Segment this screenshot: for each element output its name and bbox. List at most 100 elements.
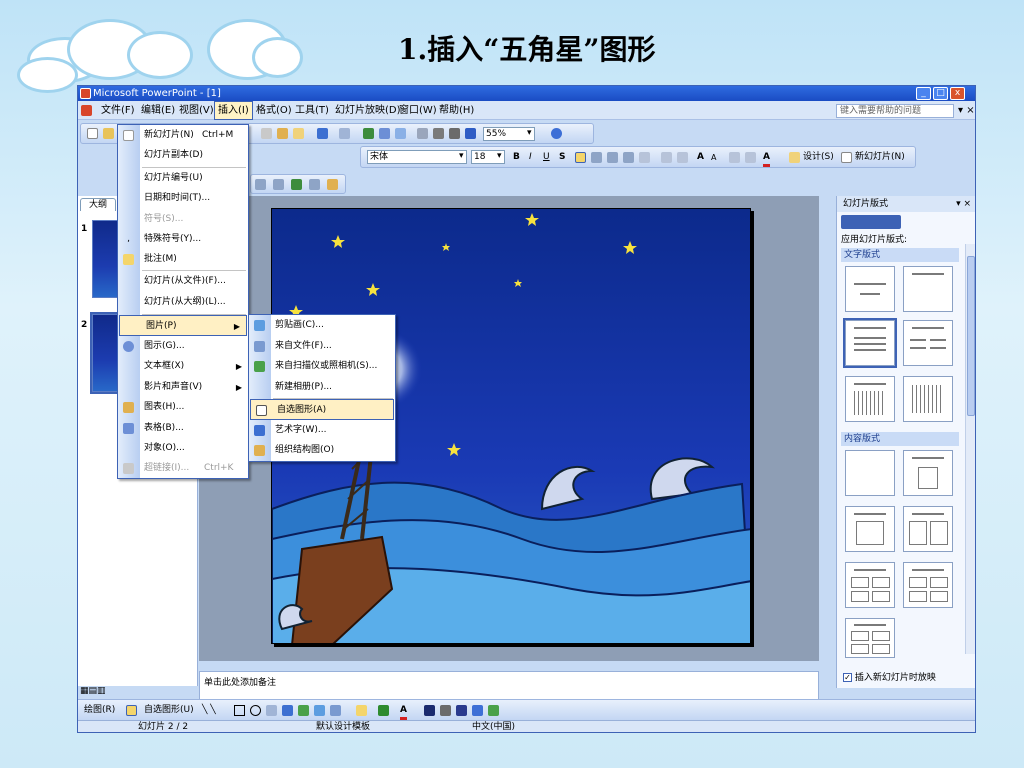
font-select[interactable]: 宋体 bbox=[367, 150, 467, 164]
maximize-button[interactable]: □ bbox=[933, 87, 948, 100]
design-button[interactable]: 设计(S) bbox=[803, 150, 834, 164]
checkbox-check-icon[interactable]: ✓ bbox=[843, 673, 852, 682]
open-icon[interactable] bbox=[103, 128, 114, 139]
picture-icon[interactable] bbox=[330, 705, 341, 716]
minimize-button[interactable]: _ bbox=[916, 87, 931, 100]
clipart-icon[interactable] bbox=[314, 705, 325, 716]
menu-slides-from-file[interactable]: 幻灯片(从文件)(F)... bbox=[118, 271, 248, 292]
font-color-icon[interactable]: A bbox=[763, 150, 770, 167]
layout-blank[interactable] bbox=[845, 450, 895, 496]
font-dropdown-icon[interactable]: ▾ bbox=[459, 151, 464, 161]
underline-icon[interactable]: U bbox=[543, 150, 550, 164]
select-objects-icon[interactable] bbox=[126, 705, 137, 716]
3d-style-icon[interactable] bbox=[488, 705, 499, 716]
menu-slides-from-outline[interactable]: 幻灯片(从大纲)(L)... bbox=[118, 292, 248, 313]
layout-two-columns[interactable] bbox=[903, 320, 953, 366]
font-size-dropdown-icon[interactable]: ▾ bbox=[497, 151, 502, 161]
bullets-icon[interactable] bbox=[677, 152, 688, 163]
bold-icon[interactable]: B bbox=[513, 150, 520, 164]
menu-insert[interactable]: 插入(I) bbox=[214, 101, 253, 120]
menu-chart[interactable]: 图表(H)... bbox=[118, 397, 248, 418]
layout-four-content-alt[interactable] bbox=[903, 562, 953, 608]
shadow-style-icon[interactable] bbox=[472, 705, 483, 716]
layout-six-content[interactable] bbox=[845, 618, 895, 658]
task-pane-nav[interactable] bbox=[841, 215, 901, 229]
redo-icon[interactable] bbox=[339, 128, 350, 139]
tool-icon-1[interactable] bbox=[255, 179, 266, 190]
increase-indent-icon[interactable] bbox=[745, 152, 756, 163]
help-icon[interactable] bbox=[551, 128, 562, 139]
font-color-draw-icon[interactable]: A bbox=[400, 703, 407, 720]
menu-picture[interactable]: 图片(P) ▶ bbox=[119, 315, 247, 336]
expand-all-icon[interactable] bbox=[417, 128, 428, 139]
notes-pane[interactable]: 单击此处添加备注 bbox=[199, 671, 819, 701]
close-button[interactable]: x bbox=[950, 87, 965, 100]
show-grid-icon[interactable] bbox=[449, 128, 460, 139]
menu-help[interactable]: 帮助(H) bbox=[436, 101, 477, 120]
layout-two-content[interactable] bbox=[903, 506, 953, 552]
line-icon[interactable]: ╲ ╲ bbox=[202, 703, 216, 717]
menu-window[interactable]: 窗口(W) bbox=[396, 101, 440, 120]
menu-slide-number[interactable]: 幻灯片编号(U) bbox=[118, 168, 248, 189]
menu-tools[interactable]: 工具(T) bbox=[292, 101, 332, 120]
menu-textbox[interactable]: 文本框(X) ▶ bbox=[118, 356, 248, 377]
menu-from-file[interactable]: 来自文件(F)... bbox=[249, 336, 395, 357]
scrollbar-thumb[interactable] bbox=[967, 256, 975, 416]
layout-title-slide[interactable] bbox=[845, 266, 895, 312]
shadow-icon[interactable]: S bbox=[559, 150, 565, 164]
new-slide-button[interactable]: 新幻灯片(N) bbox=[855, 150, 905, 164]
insert-table-icon[interactable] bbox=[379, 128, 390, 139]
paste-icon[interactable] bbox=[277, 128, 288, 139]
tool-icon-4[interactable] bbox=[309, 179, 320, 190]
diagram-icon[interactable] bbox=[298, 705, 309, 716]
tool-icon-2[interactable] bbox=[273, 179, 284, 190]
menu-date-time[interactable]: 日期和时间(T)... bbox=[118, 188, 248, 209]
menu-duplicate-slide[interactable]: 幻灯片副本(D) bbox=[118, 145, 248, 166]
format-painter-icon[interactable] bbox=[293, 128, 304, 139]
menu-autoshapes[interactable]: 自选图形(A) bbox=[250, 399, 394, 420]
copy-icon[interactable] bbox=[261, 128, 272, 139]
line-color-icon[interactable] bbox=[378, 705, 389, 716]
justify-icon[interactable] bbox=[623, 152, 634, 163]
menu-movies-sounds[interactable]: 影片和声音(V) ▶ bbox=[118, 377, 248, 398]
decrease-indent-icon[interactable] bbox=[729, 152, 740, 163]
increase-font-icon[interactable]: A bbox=[697, 150, 704, 164]
layout-content[interactable] bbox=[903, 450, 953, 496]
layout-title-content[interactable] bbox=[845, 506, 895, 552]
align-center-icon[interactable] bbox=[591, 152, 602, 163]
help-dropdown-icon[interactable]: ▾ × bbox=[958, 101, 975, 120]
tab-outline[interactable]: 大纲 bbox=[80, 198, 116, 211]
wordart-icon[interactable] bbox=[282, 705, 293, 716]
menu-edit[interactable]: 编辑(E) bbox=[138, 101, 178, 120]
align-right-icon[interactable] bbox=[607, 152, 618, 163]
distributed-icon[interactable] bbox=[639, 152, 650, 163]
play-on-insert-checkbox[interactable]: ✓ 插入新幻灯片时放映 bbox=[843, 670, 936, 683]
numbering-icon[interactable] bbox=[661, 152, 672, 163]
insert-chart-icon[interactable] bbox=[363, 128, 374, 139]
layout-vertical-text[interactable] bbox=[845, 376, 895, 422]
view-buttons[interactable]: ▦▤▥ bbox=[80, 686, 120, 698]
arrow-style-icon[interactable] bbox=[456, 705, 467, 716]
menu-diagram[interactable]: 图示(G)... bbox=[118, 336, 248, 357]
tool-icon-5[interactable] bbox=[327, 179, 338, 190]
menu-view[interactable]: 视图(V) bbox=[176, 101, 217, 120]
undo-icon[interactable] bbox=[317, 128, 328, 139]
show-formatting-icon[interactable] bbox=[433, 128, 444, 139]
line-style-icon[interactable] bbox=[424, 705, 435, 716]
menu-object[interactable]: 对象(O)... bbox=[118, 438, 248, 459]
menu-special-symbol[interactable]: , 特殊符号(Y)... bbox=[118, 229, 248, 250]
textbox-icon[interactable] bbox=[266, 705, 277, 716]
task-pane-close-icon[interactable]: ▾ × bbox=[956, 196, 971, 212]
help-search-input[interactable]: 键入需要帮助的问题 bbox=[836, 104, 954, 118]
zoom-dropdown-icon[interactable]: ▾ bbox=[527, 128, 532, 138]
rectangle-icon[interactable] bbox=[234, 705, 245, 716]
draw-menu-button[interactable]: 绘图(R) bbox=[84, 703, 115, 717]
layout-four-content[interactable] bbox=[845, 562, 895, 608]
fill-color-icon[interactable] bbox=[356, 705, 367, 716]
layout-title-only[interactable] bbox=[903, 266, 953, 312]
task-pane-scrollbar[interactable] bbox=[965, 244, 975, 654]
autoshapes-button[interactable]: 自选图形(U) bbox=[144, 703, 194, 717]
decrease-font-icon[interactable]: A bbox=[711, 151, 716, 165]
oval-icon[interactable] bbox=[250, 705, 261, 716]
menu-table[interactable]: 表格(B)... bbox=[118, 418, 248, 439]
